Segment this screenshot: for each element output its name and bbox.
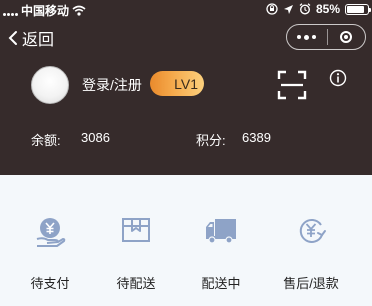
order-pending-payment[interactable]: 待支付: [5, 215, 95, 291]
battery-icon: [345, 3, 371, 15]
battery-percent: 85%: [315, 2, 340, 16]
package-icon: [122, 218, 150, 242]
refund-icon: [299, 218, 326, 243]
dot-icon: [297, 34, 302, 39]
info-icon[interactable]: [329, 69, 347, 87]
back-button[interactable]: 返回: [8, 26, 54, 50]
alarm-icon: [299, 3, 311, 15]
wifi-icon: [72, 5, 86, 16]
balance-label: 余额:: [31, 133, 61, 148]
more-button[interactable]: [287, 34, 327, 40]
points-label: 积分:: [196, 133, 226, 148]
dot-icon: [312, 34, 317, 39]
login-register-link[interactable]: 登录/注册: [82, 75, 142, 95]
location-icon: [283, 4, 293, 14]
back-label: 返回: [22, 32, 55, 49]
profile-header: 中国移动 85% 返回 登录/注册 LV1 余额: 3086 积分: 6389: [0, 0, 372, 175]
dot-icon: [304, 34, 310, 40]
level-badge: LV1: [150, 71, 204, 96]
target-close-icon: [340, 31, 353, 43]
order-in-delivery[interactable]: 配送中: [176, 215, 266, 291]
rotation-lock-icon: [266, 3, 278, 15]
order-status-section: 待支付 待配送 配送中 售后/退款: [0, 175, 372, 306]
points-value: 6389: [242, 130, 271, 145]
chevron-left-icon: [8, 31, 17, 45]
miniprogram-capsule: [286, 24, 366, 50]
signal-icon: [3, 6, 18, 16]
scan-qr-icon[interactable]: [277, 70, 307, 100]
order-after-sales-refund[interactable]: 售后/退款: [266, 215, 356, 291]
carrier-label: 中国移动: [21, 4, 70, 18]
order-label: 配送中: [201, 276, 241, 291]
status-bar: 中国移动 85%: [0, 0, 372, 18]
truck-icon: [206, 219, 236, 244]
order-label: 待配送: [116, 276, 156, 291]
order-label: 售后/退款: [283, 276, 339, 291]
order-pending-delivery[interactable]: 待配送: [91, 215, 181, 291]
close-miniprogram-button[interactable]: [327, 31, 365, 43]
avatar[interactable]: [31, 66, 69, 104]
order-label: 待支付: [30, 276, 70, 291]
balance-value: 3086: [81, 130, 110, 145]
payment-icon: [36, 218, 66, 247]
